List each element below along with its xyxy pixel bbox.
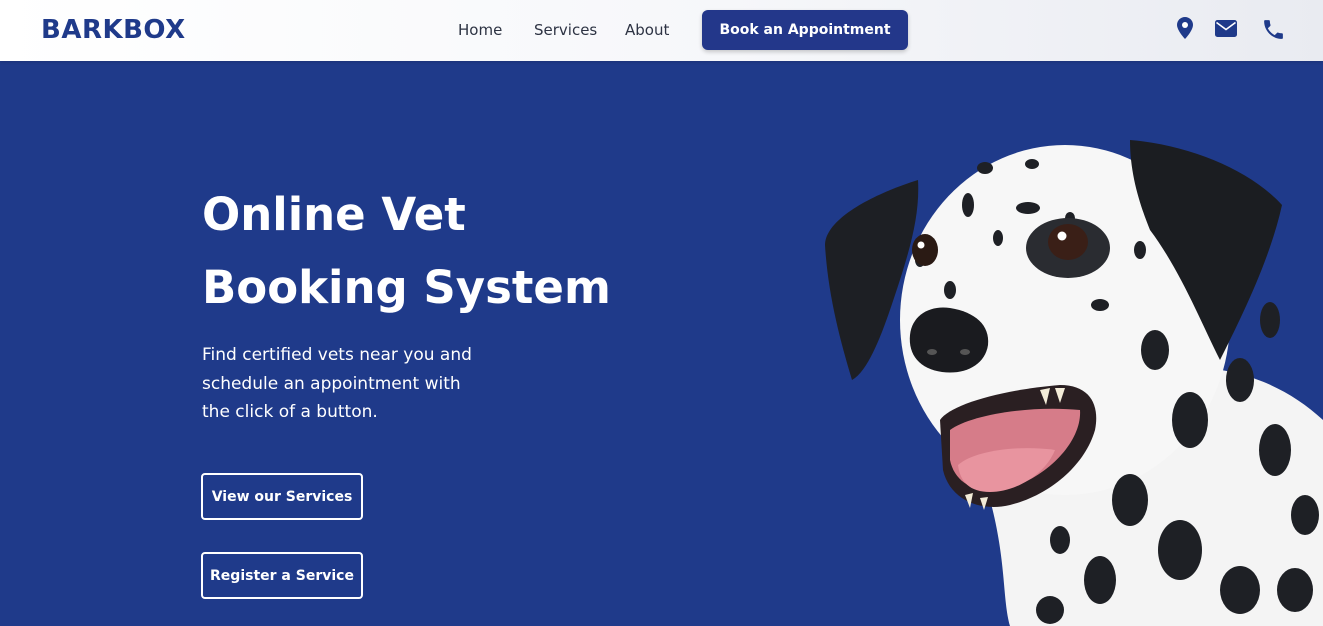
- hero-description: Find certified vets near you and schedul…: [202, 345, 472, 422]
- landing-page: BARKBOX Home Services About Book an Appo…: [0, 0, 1323, 626]
- hero-title-line-2: Booking System: [202, 261, 611, 314]
- nav-home-link[interactable]: Home: [458, 20, 502, 40]
- envelope-icon[interactable]: [1215, 20, 1237, 41]
- phone-icon[interactable]: [1261, 17, 1286, 46]
- site-header: BARKBOX Home Services About Book an Appo…: [0, 0, 1323, 61]
- nav-about-link[interactable]: About: [625, 20, 669, 40]
- hero-title: Online Vet Booking System: [202, 178, 662, 324]
- book-appointment-button[interactable]: Book an Appointment: [702, 10, 908, 50]
- nav-services-link[interactable]: Services: [534, 20, 597, 40]
- brand-logo[interactable]: BARKBOX: [41, 14, 186, 46]
- location-pin-icon[interactable]: [1177, 17, 1193, 43]
- view-services-button[interactable]: View our Services: [201, 473, 363, 520]
- dalmatian-dog-image: [825, 140, 1323, 626]
- register-service-button[interactable]: Register a Service: [201, 552, 363, 599]
- hero-title-line-1: Online Vet: [202, 188, 466, 241]
